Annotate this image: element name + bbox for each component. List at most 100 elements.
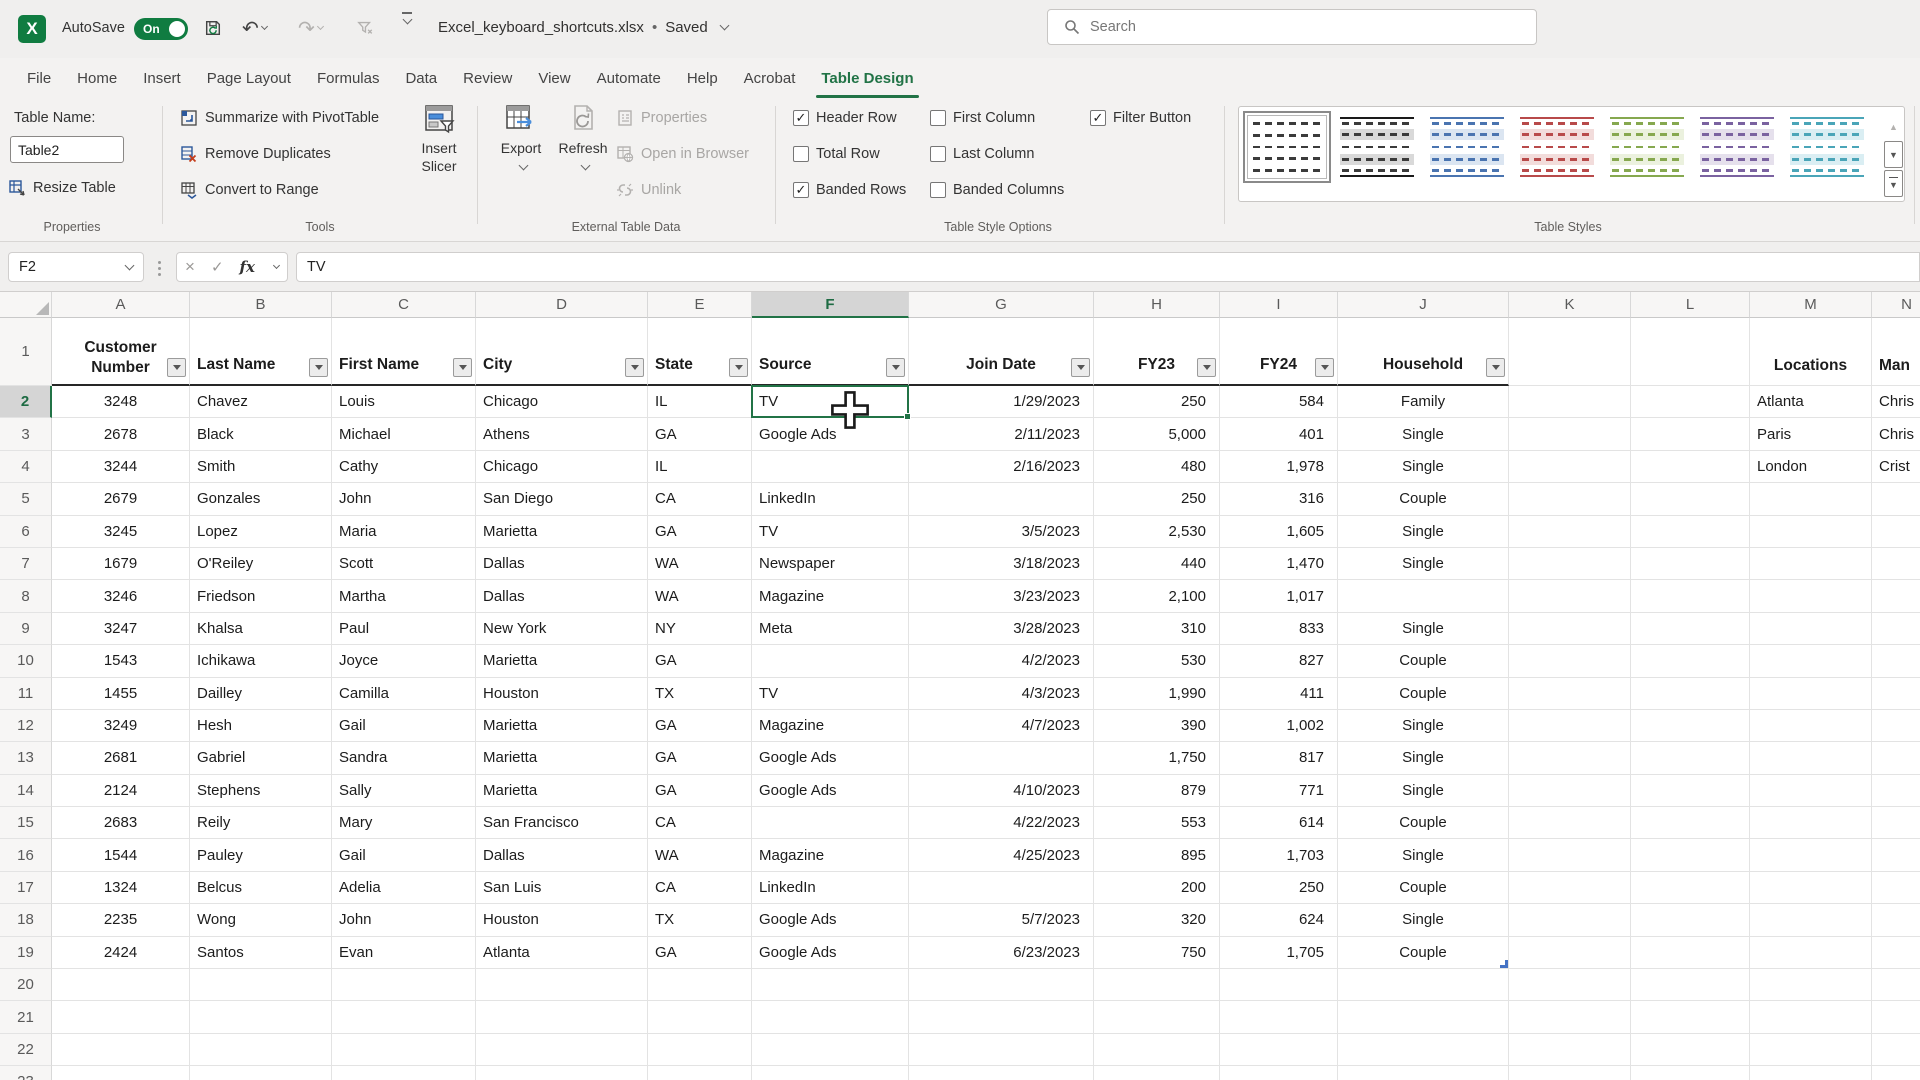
cell-C20[interactable]: [332, 969, 476, 1002]
cell-C9[interactable]: Paul: [332, 612, 476, 646]
cell-E4[interactable]: IL: [648, 450, 752, 484]
cell-F6[interactable]: TV: [752, 515, 909, 548]
cell-K15[interactable]: [1509, 807, 1631, 840]
tab-data[interactable]: Data: [392, 61, 450, 96]
cell-A10[interactable]: 1543: [52, 645, 190, 678]
undo-button[interactable]: ↶: [242, 12, 268, 44]
cell-L23[interactable]: [1631, 1066, 1750, 1080]
cell-L22[interactable]: [1631, 1033, 1750, 1067]
cell-D13[interactable]: Marietta: [476, 742, 648, 775]
filter-button-G[interactable]: [1071, 358, 1090, 377]
cell-G20[interactable]: [909, 969, 1094, 1002]
cell-I20[interactable]: [1220, 969, 1338, 1002]
cell-F2[interactable]: TV: [752, 386, 909, 419]
cancel-button[interactable]: ×: [185, 257, 195, 277]
cell-E17[interactable]: CA: [648, 871, 752, 905]
cell-J21[interactable]: [1338, 1001, 1509, 1034]
cell-A4[interactable]: 3244: [52, 450, 190, 484]
filter-button-B[interactable]: [309, 358, 328, 377]
cell-F17[interactable]: LinkedIn: [752, 871, 909, 905]
cell-I13[interactable]: 817: [1220, 742, 1338, 775]
cell-G17[interactable]: [909, 871, 1094, 905]
cell-K17[interactable]: [1509, 871, 1631, 905]
cell-M14[interactable]: [1750, 774, 1872, 808]
column-header-E[interactable]: E: [648, 292, 752, 318]
cell-J20[interactable]: [1338, 969, 1509, 1002]
cell-G2[interactable]: 1/29/2023: [909, 386, 1094, 419]
cell-C13[interactable]: Sandra: [332, 742, 476, 775]
cell-D21[interactable]: [476, 1001, 648, 1034]
cell-E16[interactable]: WA: [648, 839, 752, 872]
cell-L13[interactable]: [1631, 742, 1750, 775]
cell-L3[interactable]: [1631, 418, 1750, 451]
cell-J13[interactable]: Single: [1338, 742, 1509, 775]
cell-D16[interactable]: Dallas: [476, 839, 648, 872]
cell-E21[interactable]: [648, 1001, 752, 1034]
banded-rows-checkbox[interactable]: ✓ Banded Rows: [793, 176, 906, 204]
cell-J16[interactable]: Single: [1338, 839, 1509, 872]
cell-I18[interactable]: 624: [1220, 904, 1338, 937]
cell-I8[interactable]: 1,017: [1220, 580, 1338, 613]
cell-M18[interactable]: [1750, 904, 1872, 937]
tab-insert[interactable]: Insert: [130, 61, 194, 96]
cell-B2[interactable]: Chavez: [190, 386, 332, 419]
column-header-K[interactable]: K: [1509, 292, 1631, 318]
undo-dropdown-icon[interactable]: [260, 22, 268, 30]
row-header-20[interactable]: 20: [0, 969, 52, 1002]
cell-K4[interactable]: [1509, 450, 1631, 484]
cell-L19[interactable]: [1631, 936, 1750, 970]
row-header-5[interactable]: 5: [0, 483, 52, 516]
row-header-7[interactable]: 7: [0, 547, 52, 581]
search-input[interactable]: Search: [1047, 9, 1537, 45]
cell-C5[interactable]: John: [332, 483, 476, 516]
tab-acrobat[interactable]: Acrobat: [731, 61, 809, 96]
cell-J8[interactable]: [1338, 580, 1509, 613]
cell-I6[interactable]: 1,605: [1220, 515, 1338, 548]
cell-A14[interactable]: 2124: [52, 774, 190, 808]
row-header-12[interactable]: 12: [0, 709, 52, 743]
cell-K7[interactable]: [1509, 547, 1631, 581]
remove-duplicates-button[interactable]: Remove Duplicates: [180, 140, 331, 168]
cell-H10[interactable]: 530: [1094, 645, 1220, 678]
cell-I10[interactable]: 827: [1220, 645, 1338, 678]
row-header-6[interactable]: 6: [0, 515, 52, 548]
cell-J17[interactable]: Couple: [1338, 871, 1509, 905]
cell-L4[interactable]: [1631, 450, 1750, 484]
cell-C3[interactable]: Michael: [332, 418, 476, 451]
cell-F1[interactable]: Source: [752, 318, 909, 386]
open-in-browser-button-disabled[interactable]: Open in Browser: [616, 140, 749, 168]
cell-D15[interactable]: San Francisco: [476, 807, 648, 840]
cell-B11[interactable]: Dailley: [190, 677, 332, 710]
cell-E3[interactable]: GA: [648, 418, 752, 451]
row-header-4[interactable]: 4: [0, 450, 52, 484]
cell-H23[interactable]: [1094, 1066, 1220, 1080]
cell-K14[interactable]: [1509, 774, 1631, 808]
cell-I17[interactable]: 250: [1220, 871, 1338, 905]
column-header-B[interactable]: B: [190, 292, 332, 318]
insert-slicer-button[interactable]: Insert Slicer: [408, 104, 470, 212]
cell-C12[interactable]: Gail: [332, 709, 476, 743]
cell-N1[interactable]: Man: [1872, 318, 1920, 386]
autosave-toggle[interactable]: On: [134, 18, 188, 40]
cell-D8[interactable]: Dallas: [476, 580, 648, 613]
cell-N11[interactable]: [1872, 677, 1920, 710]
cell-C18[interactable]: John: [332, 904, 476, 937]
select-all-corner[interactable]: [0, 292, 52, 318]
cell-C6[interactable]: Maria: [332, 515, 476, 548]
tab-automate[interactable]: Automate: [584, 61, 674, 96]
properties-button-disabled[interactable]: Properties: [616, 104, 707, 132]
cell-D19[interactable]: Atlanta: [476, 936, 648, 970]
cell-G10[interactable]: 4/2/2023: [909, 645, 1094, 678]
cell-D17[interactable]: San Luis: [476, 871, 648, 905]
cell-E15[interactable]: CA: [648, 807, 752, 840]
cell-B20[interactable]: [190, 969, 332, 1002]
cell-I16[interactable]: 1,703: [1220, 839, 1338, 872]
cell-N12[interactable]: [1872, 709, 1920, 743]
column-header-A[interactable]: A: [52, 292, 190, 318]
cell-A6[interactable]: 3245: [52, 515, 190, 548]
cell-C15[interactable]: Mary: [332, 807, 476, 840]
cell-N6[interactable]: [1872, 515, 1920, 548]
row-header-3[interactable]: 3: [0, 418, 52, 451]
cell-L10[interactable]: [1631, 645, 1750, 678]
gallery-scroll-down-button[interactable]: ▼: [1884, 141, 1903, 168]
